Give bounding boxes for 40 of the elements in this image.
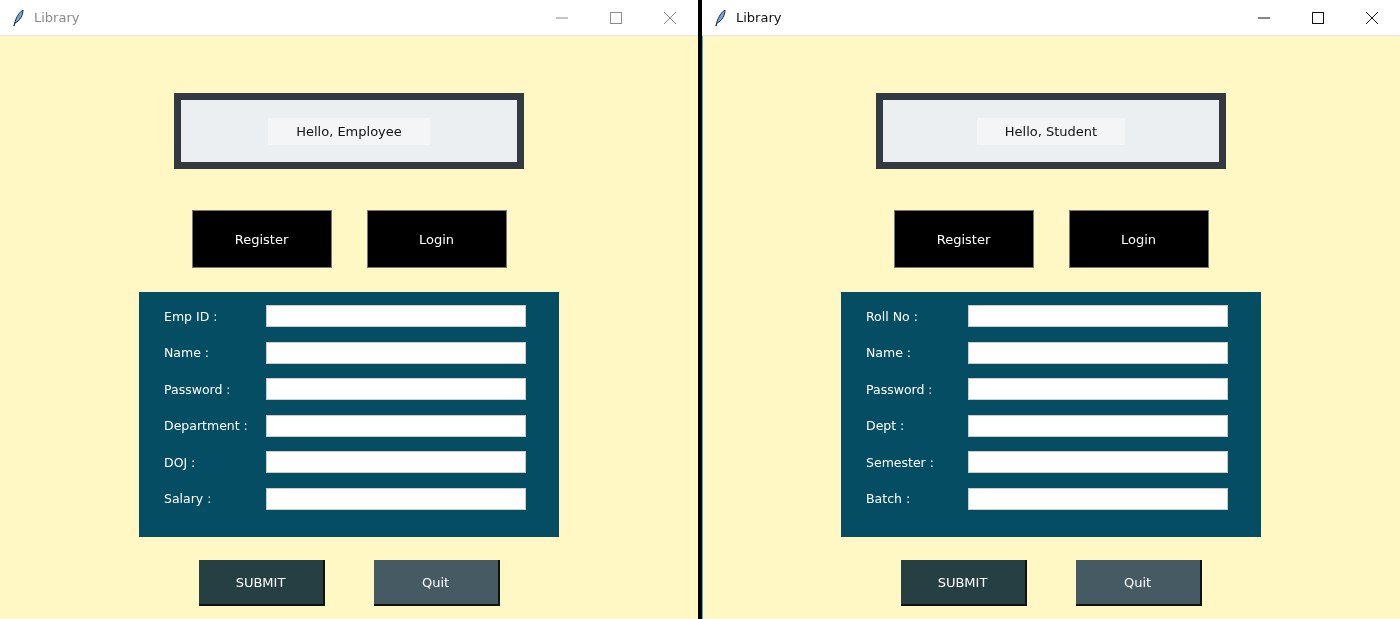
input-field[interactable]: [968, 451, 1228, 474]
close-icon[interactable]: [1366, 11, 1378, 24]
input-field[interactable]: [968, 378, 1228, 401]
field-label: Roll No :: [866, 308, 919, 324]
field-label: Name :: [164, 345, 211, 361]
maximize-icon[interactable]: [1312, 11, 1324, 24]
field-label: Dept :: [866, 418, 906, 434]
input-field[interactable]: [266, 305, 526, 327]
submit-button[interactable]: SUBMIT: [198, 560, 325, 606]
input-field[interactable]: [266, 341, 526, 364]
input-field[interactable]: [266, 487, 526, 510]
input-field[interactable]: [968, 341, 1228, 364]
action-button[interactable]: Login: [366, 210, 507, 268]
input-field[interactable]: [266, 451, 526, 474]
field-label: Batch :: [866, 491, 912, 507]
field-label: Salary :: [164, 491, 213, 507]
input-field[interactable]: [968, 487, 1228, 510]
window-title: Library: [34, 10, 80, 25]
input-field[interactable]: [266, 414, 526, 437]
input-field[interactable]: [968, 414, 1228, 437]
quit-button[interactable]: Quit: [1075, 560, 1202, 606]
window-title: Library: [736, 10, 782, 25]
field-label: Name :: [866, 345, 913, 361]
field-label: Department :: [164, 418, 249, 434]
quit-button[interactable]: Quit: [373, 560, 500, 606]
field-label: Password :: [164, 381, 232, 397]
greeting-label: Hello, Student: [976, 117, 1126, 145]
greeting-label: Hello, Employee: [268, 117, 430, 145]
field-label: Emp ID :: [164, 308, 219, 324]
action-button[interactable]: Register: [893, 210, 1034, 268]
field-label: Password :: [866, 381, 934, 397]
input-field[interactable]: [266, 378, 526, 401]
input-field[interactable]: [968, 305, 1228, 327]
field-label: DOJ :: [164, 454, 197, 470]
feather-icon: [714, 8, 726, 27]
action-button[interactable]: Login: [1068, 210, 1209, 268]
action-button[interactable]: Register: [191, 210, 332, 268]
feather-icon: [12, 8, 24, 27]
field-label: Semester :: [866, 454, 935, 470]
submit-button[interactable]: SUBMIT: [900, 560, 1027, 606]
